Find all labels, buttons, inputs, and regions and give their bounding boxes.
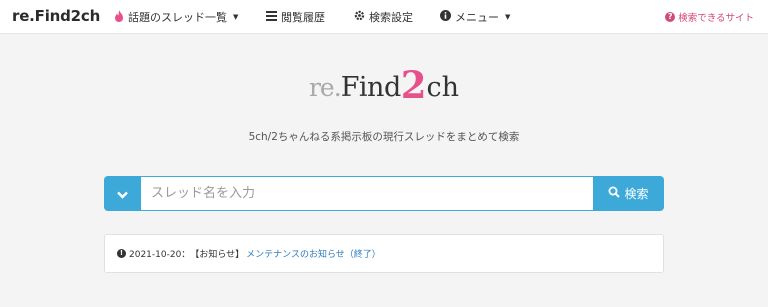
nav-history-label: 閲覧履歴 — [281, 11, 325, 24]
question-icon: ? — [665, 12, 676, 22]
logo-re: re. — [308, 73, 342, 102]
nav-search-settings-label: 検索設定 — [369, 11, 413, 24]
search-options-toggle[interactable] — [104, 176, 141, 211]
nav-trending-label: 話題のスレッド一覧 — [128, 11, 227, 24]
nav-trending-threads[interactable]: 話題のスレッド一覧 ▼ — [114, 9, 238, 25]
site-logo: re.Find2ch — [0, 67, 768, 104]
exclamation-icon: ! — [117, 249, 126, 258]
logo-find: Find — [340, 72, 402, 103]
notice-link[interactable]: メンテナンスのお知らせ（終了） — [246, 247, 381, 260]
search-button-label: 検索 — [624, 187, 649, 201]
nav-menu[interactable]: メニュー ▼ — [440, 9, 510, 25]
nav-search-settings[interactable]: 検索設定 — [354, 9, 413, 25]
nav-menu-label: メニュー — [455, 11, 499, 24]
chevron-down-icon — [117, 184, 128, 203]
notice-tag: 【お知らせ】 — [190, 250, 245, 260]
search-bar: 検索 — [104, 176, 664, 211]
top-navbar: re.Find2ch 話題のスレッド一覧 ▼ 閲覧履歴 検索設定 メニュー ▼ … — [0, 0, 768, 34]
logo-two: 2 — [400, 63, 427, 107]
search-icon — [608, 186, 621, 201]
list-icon — [266, 10, 277, 24]
caret-down-icon: ▼ — [233, 13, 239, 21]
notice-date: 2021-10-20： — [129, 250, 191, 260]
info-icon — [440, 10, 451, 24]
nav-history[interactable]: 閲覧履歴 — [266, 9, 325, 25]
searchable-sites-label: 検索できるサイト — [678, 13, 754, 24]
search-input[interactable] — [141, 176, 593, 211]
site-subtitle: 5ch/2ちゃんねる系掲示板の現行スレッドをまとめて検索 — [248, 131, 520, 143]
search-button[interactable]: 検索 — [593, 176, 664, 211]
notice-box: ! 2021-10-20： 【お知らせ】 メンテナンスのお知らせ（終了） — [104, 234, 664, 273]
caret-down-icon: ▼ — [505, 13, 511, 21]
fire-icon — [114, 9, 124, 25]
searchable-sites-link[interactable]: ? 検索できるサイト — [665, 10, 754, 24]
logo-ch: ch — [426, 72, 459, 103]
gear-icon — [354, 10, 365, 24]
brand-logo[interactable]: re.Find2ch — [12, 7, 100, 25]
